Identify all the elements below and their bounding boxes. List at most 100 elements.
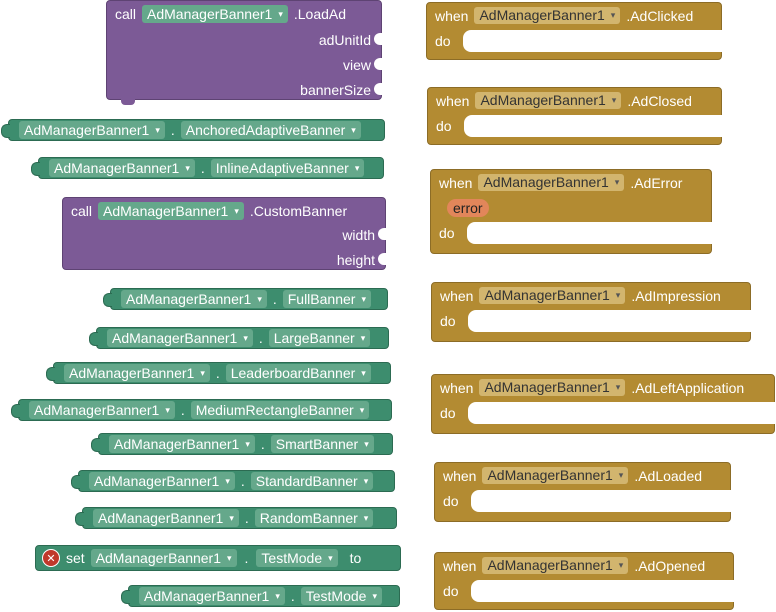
arg-socket[interactable] bbox=[374, 58, 382, 70]
event-name: .AdImpression bbox=[631, 287, 721, 304]
property-dropdown[interactable]: InlineAdaptiveBanner ▾ bbox=[210, 159, 365, 177]
component-dropdown[interactable]: AdManagerBanner1 ▾ bbox=[49, 159, 195, 177]
do-statement-slot[interactable] bbox=[468, 310, 752, 332]
component-dropdown[interactable]: AdManagerBanner1 ▾ bbox=[19, 121, 165, 139]
event-name: .AdError bbox=[630, 174, 683, 191]
chevron-down-icon: ▾ bbox=[155, 125, 160, 135]
chevron-down-icon: ▾ bbox=[243, 333, 248, 343]
do-label: do bbox=[440, 405, 456, 421]
call-custombanner-block[interactable]: call AdManagerBanner1 ▾ .CustomBanner wi… bbox=[62, 197, 386, 270]
component-dropdown[interactable]: AdManagerBanner1 ▾ bbox=[121, 290, 267, 308]
property-dropdown[interactable]: FullBanner ▾ bbox=[282, 290, 371, 308]
getter-block[interactable]: AdManagerBanner1 ▾ . AnchoredAdaptiveBann… bbox=[1, 119, 385, 141]
dot-separator: . bbox=[244, 550, 249, 566]
property-dropdown[interactable]: AnchoredAdaptiveBanner ▾ bbox=[180, 121, 361, 139]
component-dropdown[interactable]: AdManagerBanner1 ▾ bbox=[109, 435, 255, 453]
property-dropdown[interactable]: LeaderboardBanner ▾ bbox=[225, 364, 371, 382]
property-dropdown[interactable]: LargeBanner ▾ bbox=[268, 329, 371, 347]
component-dropdown[interactable]: AdManagerBanner1 ▾ bbox=[474, 7, 621, 24]
do-statement-slot[interactable] bbox=[471, 490, 732, 512]
chevron-down-icon: ▾ bbox=[615, 290, 621, 300]
arg-label: width bbox=[342, 227, 375, 243]
output-plug bbox=[46, 367, 55, 381]
component-dropdown[interactable]: AdManagerBanner1 ▾ bbox=[482, 467, 629, 484]
do-statement-slot[interactable] bbox=[464, 115, 723, 137]
event-adimpression-block[interactable]: when AdManagerBanner1 ▾ .AdImpression do bbox=[431, 282, 752, 342]
when-keyword: when bbox=[443, 557, 477, 574]
error-icon[interactable]: ✕ bbox=[42, 549, 60, 567]
do-statement-slot[interactable] bbox=[471, 580, 735, 602]
event-adclosed-block[interactable]: when AdManagerBanner1 ▾ .AdClosed do bbox=[427, 87, 723, 145]
component-dropdown[interactable]: AdManagerBanner1 ▾ bbox=[142, 5, 288, 23]
property-name: SmartBanner bbox=[275, 436, 359, 452]
chevron-down-icon: ▾ bbox=[225, 476, 230, 486]
chevron-down-icon: ▾ bbox=[165, 405, 170, 415]
do-statement-slot[interactable] bbox=[468, 402, 776, 424]
component-name: AdManagerBanner1 bbox=[487, 557, 613, 573]
property-dropdown[interactable]: RandomBanner ▾ bbox=[254, 509, 374, 527]
chevron-down-icon: ▾ bbox=[615, 382, 621, 392]
chevron-down-icon: ▾ bbox=[363, 513, 369, 523]
chevron-down-icon: ▾ bbox=[361, 294, 366, 304]
getter-block[interactable]: AdManagerBanner1 ▾ . SmartBanner ▾ bbox=[91, 433, 393, 455]
getter-block[interactable]: AdManagerBanner1 ▾ . LeaderboardBanner ▾ bbox=[46, 362, 391, 384]
chevron-down-icon: ▾ bbox=[351, 125, 356, 135]
getter-block[interactable]: AdManagerBanner1 ▾ . StandardBanner ▾ bbox=[71, 470, 395, 492]
event-adleftapplication-block[interactable]: when AdManagerBanner1 ▾ .AdLeftApplicatio… bbox=[431, 374, 776, 434]
do-label: do bbox=[443, 493, 459, 509]
component-dropdown[interactable]: AdManagerBanner1 ▾ bbox=[29, 401, 175, 419]
output-plug bbox=[75, 512, 84, 526]
getter-block[interactable]: AdManagerBanner1 ▾ . InlineAdaptiveBanner… bbox=[31, 157, 384, 179]
event-name: .AdClicked bbox=[626, 7, 694, 24]
output-plug bbox=[71, 475, 80, 489]
do-statement-slot[interactable] bbox=[467, 222, 713, 244]
component-dropdown[interactable]: AdManagerBanner1 ▾ bbox=[139, 587, 285, 605]
property-name: TestMode bbox=[261, 550, 323, 566]
event-name: .AdClosed bbox=[627, 92, 692, 109]
property-dropdown[interactable]: MediumRectangleBanner ▾ bbox=[190, 401, 370, 419]
when-keyword: when bbox=[440, 287, 474, 304]
getter-block[interactable]: AdManagerBanner1 ▾ . RandomBanner ▾ bbox=[75, 507, 397, 529]
property-dropdown[interactable]: TestMode ▾ bbox=[256, 549, 338, 567]
do-statement-slot[interactable] bbox=[463, 30, 723, 52]
arg-socket[interactable] bbox=[374, 83, 382, 95]
event-adclicked-block[interactable]: when AdManagerBanner1 ▾ .AdClicked do bbox=[426, 2, 723, 60]
set-testmode-block[interactable]: ✕ set AdManagerBanner1 ▾ . TestMode ▾ to bbox=[35, 545, 401, 571]
property-dropdown[interactable]: TestMode ▾ bbox=[300, 587, 382, 605]
event-aderror-block[interactable]: when AdManagerBanner1 ▾ .AdError error do bbox=[430, 169, 713, 254]
call-loadad-block[interactable]: call AdManagerBanner1 ▾ .LoadAd adUnitId… bbox=[106, 0, 382, 105]
component-dropdown[interactable]: AdManagerBanner1 ▾ bbox=[479, 379, 626, 396]
arg-socket[interactable] bbox=[378, 253, 386, 265]
component-dropdown[interactable]: AdManagerBanner1 ▾ bbox=[64, 364, 210, 382]
to-keyword: to bbox=[349, 550, 362, 566]
component-dropdown[interactable]: AdManagerBanner1 ▾ bbox=[475, 92, 622, 109]
component-dropdown[interactable]: AdManagerBanner1 ▾ bbox=[98, 202, 244, 220]
component-name: AdManagerBanner1 bbox=[126, 291, 252, 307]
method-name: .CustomBanner bbox=[249, 203, 348, 219]
chevron-down-icon: ▾ bbox=[354, 163, 360, 173]
component-dropdown[interactable]: AdManagerBanner1 ▾ bbox=[482, 557, 629, 574]
property-name: TestMode bbox=[305, 588, 367, 604]
arg-socket[interactable] bbox=[378, 228, 386, 240]
do-label: do bbox=[436, 118, 452, 134]
getter-block[interactable]: AdManagerBanner1 ▾ . TestMode ▾ bbox=[121, 585, 400, 607]
chevron-down-icon: ▾ bbox=[278, 9, 283, 19]
component-dropdown[interactable]: AdManagerBanner1 ▾ bbox=[479, 287, 626, 304]
property-dropdown[interactable]: StandardBanner ▾ bbox=[250, 472, 374, 490]
component-dropdown[interactable]: AdManagerBanner1 ▾ bbox=[89, 472, 235, 490]
error-parameter[interactable]: error bbox=[447, 199, 489, 217]
next-connector bbox=[121, 99, 135, 105]
component-name: AdManagerBanner1 bbox=[144, 588, 270, 604]
event-adloaded-block[interactable]: when AdManagerBanner1 ▾ .AdLoaded do bbox=[434, 462, 732, 522]
getter-block[interactable]: AdManagerBanner1 ▾ . FullBanner ▾ bbox=[103, 288, 388, 310]
getter-block[interactable]: AdManagerBanner1 ▾ . MediumRectangleBanne… bbox=[11, 399, 392, 421]
component-dropdown[interactable]: AdManagerBanner1 ▾ bbox=[478, 174, 625, 191]
component-dropdown[interactable]: AdManagerBanner1 ▾ bbox=[93, 509, 239, 527]
chevron-down-icon: ▾ bbox=[229, 513, 234, 523]
property-dropdown[interactable]: SmartBanner ▾ bbox=[270, 435, 374, 453]
event-adopened-block[interactable]: when AdManagerBanner1 ▾ .AdOpened do bbox=[434, 552, 735, 610]
getter-block[interactable]: AdManagerBanner1 ▾ . LargeBanner ▾ bbox=[89, 327, 389, 349]
arg-socket[interactable] bbox=[374, 33, 382, 45]
component-dropdown[interactable]: AdManagerBanner1 ▾ bbox=[90, 549, 237, 567]
component-dropdown[interactable]: AdManagerBanner1 ▾ bbox=[107, 329, 253, 347]
